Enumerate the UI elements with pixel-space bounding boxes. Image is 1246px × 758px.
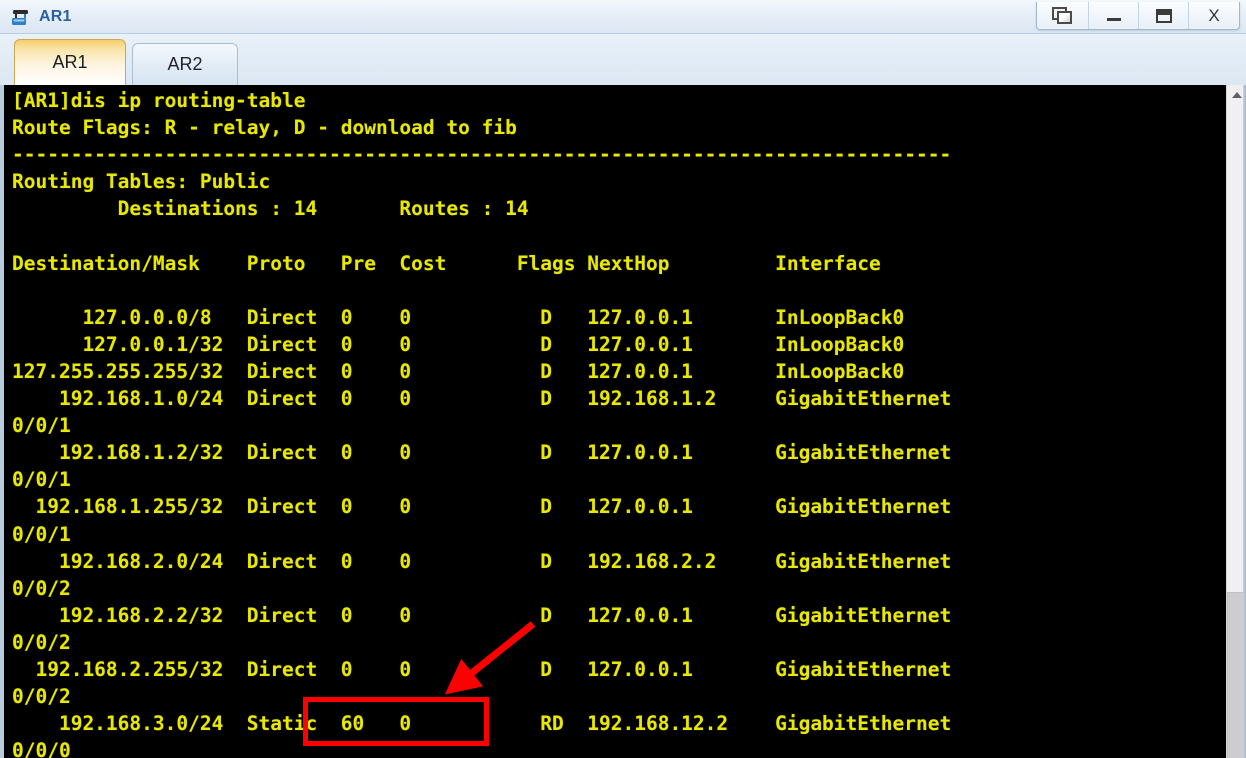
terminal-line: 192.168.3.0/24 Static 60 0 RD 192.168.12… <box>12 712 952 736</box>
application-window: AR1 X AR1 AR2 [AR1]dis ip routing-table … <box>0 0 1246 758</box>
tab-ar1[interactable]: AR1 <box>14 39 126 85</box>
title-bar: AR1 X <box>0 0 1246 34</box>
tab-ar2-label: AR2 <box>167 54 203 74</box>
terminal-line: 0/0/1 <box>12 468 71 492</box>
terminal-line: 0/0/1 <box>12 522 71 546</box>
minimize-icon <box>1106 17 1121 21</box>
terminal-line: Destination/Mask Proto Pre Cost Flags Ne… <box>12 251 881 275</box>
terminal-line: 0/0/1 <box>12 414 71 438</box>
tab-strip: AR1 AR2 <box>0 34 1246 85</box>
terminal-line: Route Flags: R - relay, D - download to … <box>12 116 517 140</box>
terminal-line: Routing Tables: Public <box>12 170 271 194</box>
tab-ar1-label: AR1 <box>52 52 88 72</box>
maximize-icon <box>1155 8 1172 23</box>
terminal-line: 127.0.0.0/8 Direct 0 0 D 127.0.0.1 InLoo… <box>12 305 905 329</box>
terminal-line: 127.255.255.255/32 Direct 0 0 D 127.0.0.… <box>12 359 905 383</box>
terminal-line: Destinations : 14 Routes : 14 <box>12 197 529 221</box>
close-button[interactable]: X <box>1189 2 1239 29</box>
terminal-line: 0/0/2 <box>12 685 71 709</box>
terminal-line: 192.168.2.0/24 Direct 0 0 D 192.168.2.2 … <box>12 549 952 573</box>
terminal-line: [AR1]dis ip routing-table <box>12 89 306 112</box>
terminal-line: 192.168.1.255/32 Direct 0 0 D 127.0.0.1 … <box>12 495 952 519</box>
terminal-line: 127.0.0.1/32 Direct 0 0 D 127.0.0.1 InLo… <box>12 332 905 356</box>
terminal-line: 0/0/2 <box>12 630 71 654</box>
minimize-button[interactable] <box>1089 2 1139 29</box>
terminal-line: 192.168.1.2/32 Direct 0 0 D 127.0.0.1 Gi… <box>12 441 952 465</box>
terminal-line: 192.168.2.255/32 Direct 0 0 D 127.0.0.1 … <box>12 657 952 681</box>
terminal-line: 0/0/2 <box>12 576 71 600</box>
close-icon: X <box>1208 6 1220 25</box>
router-icon <box>10 6 32 28</box>
terminal-line: 192.168.2.2/32 Direct 0 0 D 127.0.0.1 Gi… <box>12 603 952 627</box>
window-title: AR1 <box>39 7 72 25</box>
terminal-panel: [AR1]dis ip routing-table Route Flags: R … <box>0 85 1246 758</box>
terminal-line: ----------------------------------------… <box>12 143 952 167</box>
restore-down-button[interactable] <box>1037 2 1089 29</box>
window-controls: X <box>1036 2 1240 30</box>
tab-ar2[interactable]: AR2 <box>132 43 238 85</box>
terminal-line: 0/0/0 <box>12 739 71 758</box>
terminal-output[interactable]: [AR1]dis ip routing-table Route Flags: R … <box>4 85 1194 758</box>
maximize-button[interactable] <box>1139 2 1189 29</box>
title-bar-left: AR1 <box>0 6 72 28</box>
terminal-line: 192.168.1.0/24 Direct 0 0 D 192.168.1.2 … <box>12 387 952 411</box>
restore-icon <box>1051 6 1074 25</box>
